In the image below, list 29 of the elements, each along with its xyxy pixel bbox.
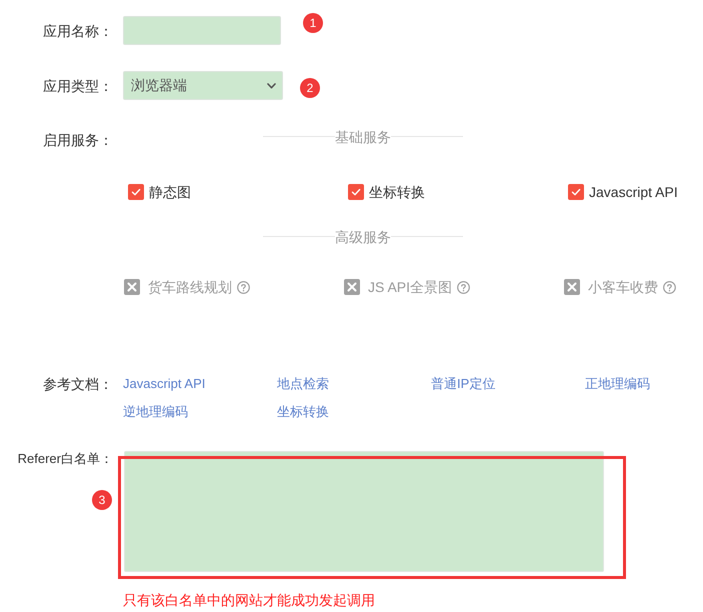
service-label: 小客车收费	[588, 278, 658, 297]
field-label: 应用类型：	[42, 76, 113, 96]
doc-link[interactable]: Javascript API	[123, 375, 206, 393]
section-title: 高级服务	[335, 228, 391, 247]
service-label: 坐标转换	[369, 183, 425, 202]
service-label: 货车路线规划	[148, 278, 232, 297]
number-badge: 2	[300, 78, 320, 98]
app-name-input[interactable]	[123, 16, 281, 45]
help-text: 只有该白名单中的网站才能成功发起调用	[123, 591, 375, 609]
doc-link[interactable]: 逆地理编码	[123, 403, 188, 421]
checkbox[interactable]	[568, 184, 584, 200]
doc-link[interactable]: 地点检索	[277, 375, 329, 393]
service-label: Javascript API	[589, 183, 678, 202]
field-label: 参考文档：	[42, 375, 113, 394]
type-select[interactable]: 浏览器端	[123, 71, 283, 100]
chevron-down-icon	[267, 82, 276, 88]
checkbox[interactable]	[348, 184, 364, 200]
service-label: JS API全景图	[368, 278, 452, 297]
field-label: 启用服务：	[42, 131, 113, 150]
doc-link[interactable]: 坐标转换	[277, 403, 329, 421]
doc-link[interactable]: 普通IP定位	[431, 375, 496, 393]
number-badge: 1	[303, 13, 323, 33]
checkbox[interactable]	[128, 184, 144, 200]
field-label: 应用名称：	[42, 22, 113, 40]
number-badge: 3	[92, 490, 112, 510]
field-label: Referer白名单：	[16, 451, 113, 467]
section-title: 基础服务	[335, 128, 391, 147]
doc-link[interactable]: 正地理编码	[585, 375, 650, 393]
service-label: 静态图	[149, 183, 191, 202]
